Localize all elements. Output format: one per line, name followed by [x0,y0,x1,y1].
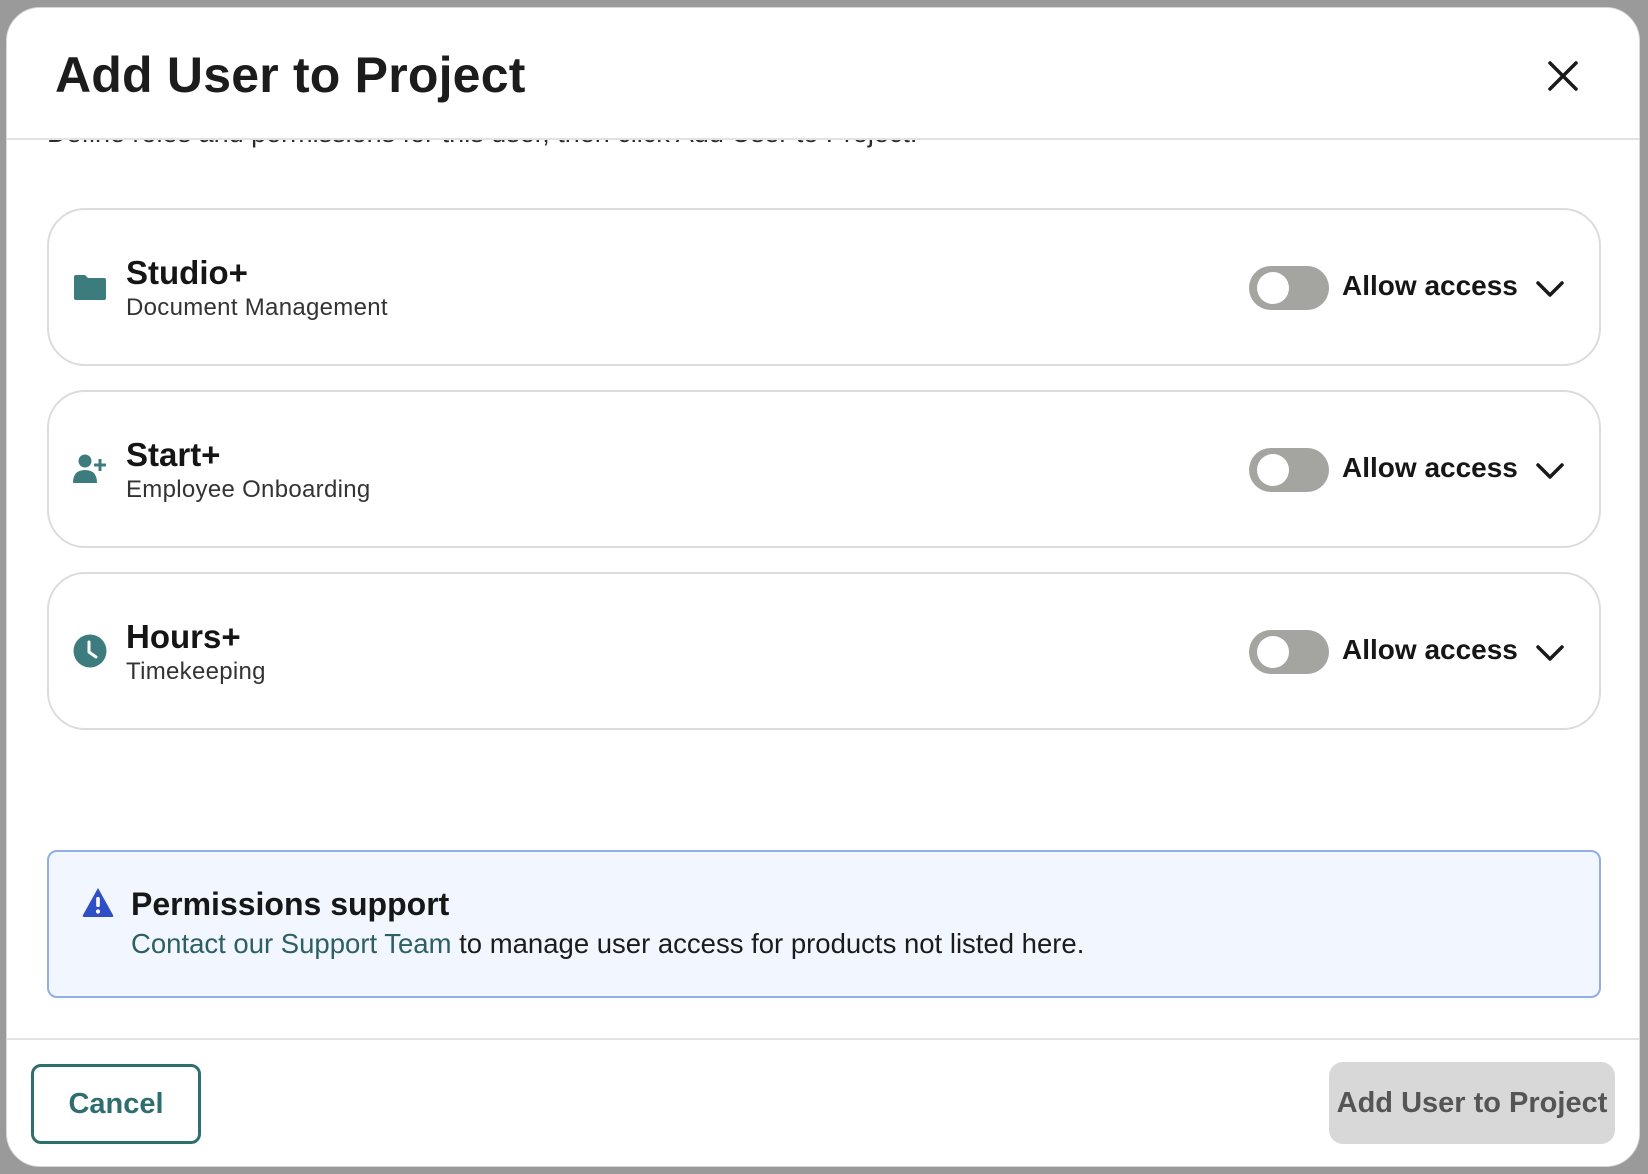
clock-icon [71,632,109,670]
modal-title: Add User to Project [55,47,526,103]
product-subtitle: Document Management [126,294,388,321]
alert-title: Permissions support [131,886,450,922]
permissions-support-alert: Permissions support Contact our Support … [47,850,1601,998]
toggle-knob [1257,272,1289,304]
product-card-start: Start+ Employee Onboarding Allow access [47,390,1601,548]
product-title: Studio+ [126,254,248,291]
product-title: Start+ [126,436,221,473]
modal-header: Add User to Project [7,8,1639,140]
allow-access-label: Allow access [1342,452,1518,483]
chevron-down-icon[interactable] [1533,274,1567,304]
product-title: Hours+ [126,618,241,655]
toggle-knob [1257,636,1289,668]
alert-message-text: to manage user access for products not l… [451,928,1085,959]
product-subtitle: Employee Onboarding [126,476,371,503]
add-user-to-project-button[interactable]: Add User to Project [1329,1062,1615,1144]
product-subtitle: Timekeeping [126,658,266,685]
toggle-knob [1257,454,1289,486]
allow-access-label: Allow access [1342,270,1518,301]
allow-access-toggle[interactable] [1249,266,1329,310]
warning-icon [81,886,115,918]
contact-support-link[interactable]: Contact our Support Team [131,928,452,959]
allow-access-toggle[interactable] [1249,448,1329,492]
user-plus-icon [71,450,109,488]
alert-message: Contact our Support Team to manage user … [131,928,1084,960]
product-card-hours: Hours+ Timekeeping Allow access [47,572,1601,730]
allow-access-toggle[interactable] [1249,630,1329,674]
modal-footer: Cancel Add User to Project [7,1038,1639,1166]
chevron-down-icon[interactable] [1533,456,1567,486]
allow-access-label: Allow access [1342,634,1518,665]
modal-body: Define roles and permissions for this us… [7,140,1639,1044]
chevron-down-icon[interactable] [1533,638,1567,668]
add-user-modal: Add User to Project Define roles and per… [6,7,1640,1167]
folder-icon [71,268,109,306]
close-icon[interactable] [1541,54,1585,98]
intro-text: Define roles and permissions for this us… [47,140,917,149]
product-card-studio: Studio+ Document Management Allow access [47,208,1601,366]
cancel-button[interactable]: Cancel [31,1064,201,1144]
